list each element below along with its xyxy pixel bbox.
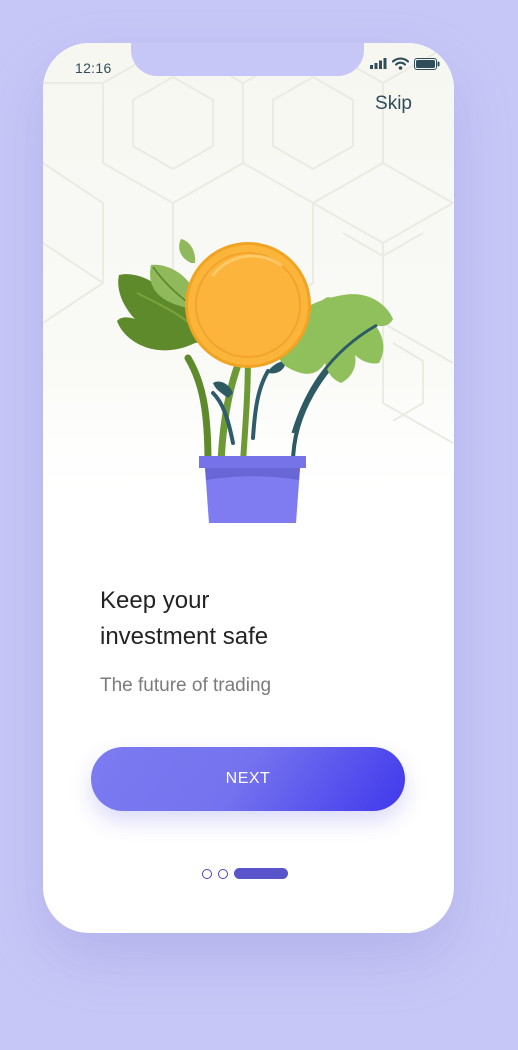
app-stage: 12:16 Skip Keep your investment safe The… — [0, 0, 518, 1050]
status-icons — [370, 57, 440, 70]
page-title-line-2: investment safe — [100, 623, 269, 650]
battery-icon — [414, 57, 440, 70]
signal-icon — [370, 58, 387, 69]
status-time: 12:16 — [75, 60, 112, 76]
skip-button[interactable]: Skip — [375, 93, 412, 115]
page-dot-1[interactable] — [202, 868, 212, 879]
wifi-icon — [392, 57, 409, 70]
money-plant-illustration — [117, 239, 393, 523]
phone-frame: 12:16 Skip Keep your investment safe The… — [43, 43, 454, 933]
page-title: Keep your investment safe — [100, 583, 400, 655]
phone-notch — [131, 43, 364, 76]
page-subtitle: The future of trading — [100, 675, 272, 696]
page-dot-2[interactable] — [218, 868, 228, 879]
page-indicator — [202, 868, 288, 879]
page-title-line-1: Keep your — [100, 587, 210, 614]
page-dot-active[interactable] — [234, 868, 288, 879]
next-button[interactable]: NEXT — [91, 747, 405, 811]
